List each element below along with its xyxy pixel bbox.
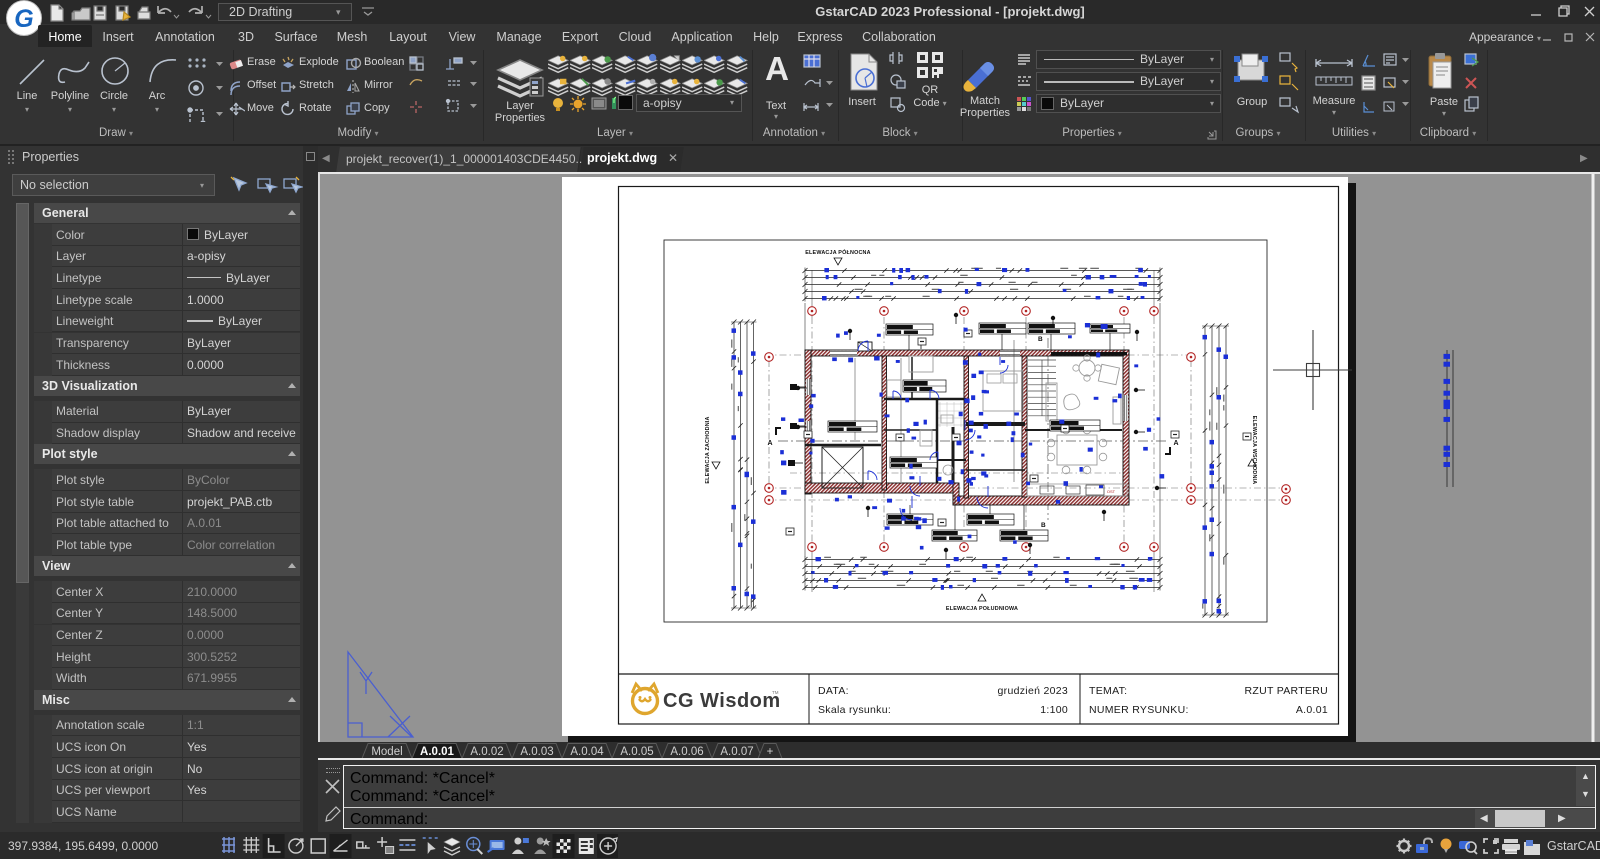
svg-text:ELEWACJA ZACHODNIA: ELEWACJA ZACHODNIA	[705, 416, 711, 483]
svg-text:A.0.02: A.0.02	[470, 746, 503, 758]
svg-text:G: G	[14, 5, 33, 33]
svg-text:NUMER RYSUNKU:: NUMER RYSUNKU:	[1089, 704, 1189, 716]
svg-text:TEMAT:: TEMAT:	[1089, 685, 1127, 697]
svg-text:A.0.01: A.0.01	[420, 746, 454, 758]
svg-text:ELEWACJA POŁUDNIOWA: ELEWACJA POŁUDNIOWA	[946, 606, 1018, 612]
svg-text:1:100: 1:100	[1040, 704, 1068, 716]
svg-text:DATA:: DATA:	[818, 685, 849, 697]
svg-text:Skala rysunku:: Skala rysunku:	[818, 704, 891, 716]
svg-text:CG Wisdom: CG Wisdom	[663, 690, 781, 712]
svg-text:B: B	[1041, 522, 1046, 529]
svg-text:ELEWACJA WSCHODNIA: ELEWACJA WSCHODNIA	[1251, 416, 1257, 485]
svg-text:A.0.05: A.0.05	[620, 746, 653, 758]
svg-text:Model: Model	[371, 746, 402, 758]
svg-text:ELEWACJA PÓŁNOCNA: ELEWACJA PÓŁNOCNA	[805, 248, 871, 256]
svg-text:OST: OST	[1107, 489, 1116, 494]
svg-text:B: B	[1038, 336, 1043, 343]
svg-text:RZUT PARTERU: RZUT PARTERU	[1244, 685, 1328, 697]
svg-text:TM: TM	[772, 690, 779, 695]
svg-text:A.0.01: A.0.01	[1296, 704, 1328, 716]
svg-text:grudzień 2023: grudzień 2023	[998, 685, 1068, 697]
svg-text:A.0.07: A.0.07	[720, 746, 753, 758]
svg-text:A: A	[1173, 440, 1178, 447]
svg-text:+: +	[767, 746, 774, 758]
svg-text:A: A	[767, 440, 772, 447]
svg-text:A.0.03: A.0.03	[520, 746, 553, 758]
svg-text:A.0.06: A.0.06	[670, 746, 703, 758]
svg-text:A.0.04: A.0.04	[570, 746, 604, 758]
